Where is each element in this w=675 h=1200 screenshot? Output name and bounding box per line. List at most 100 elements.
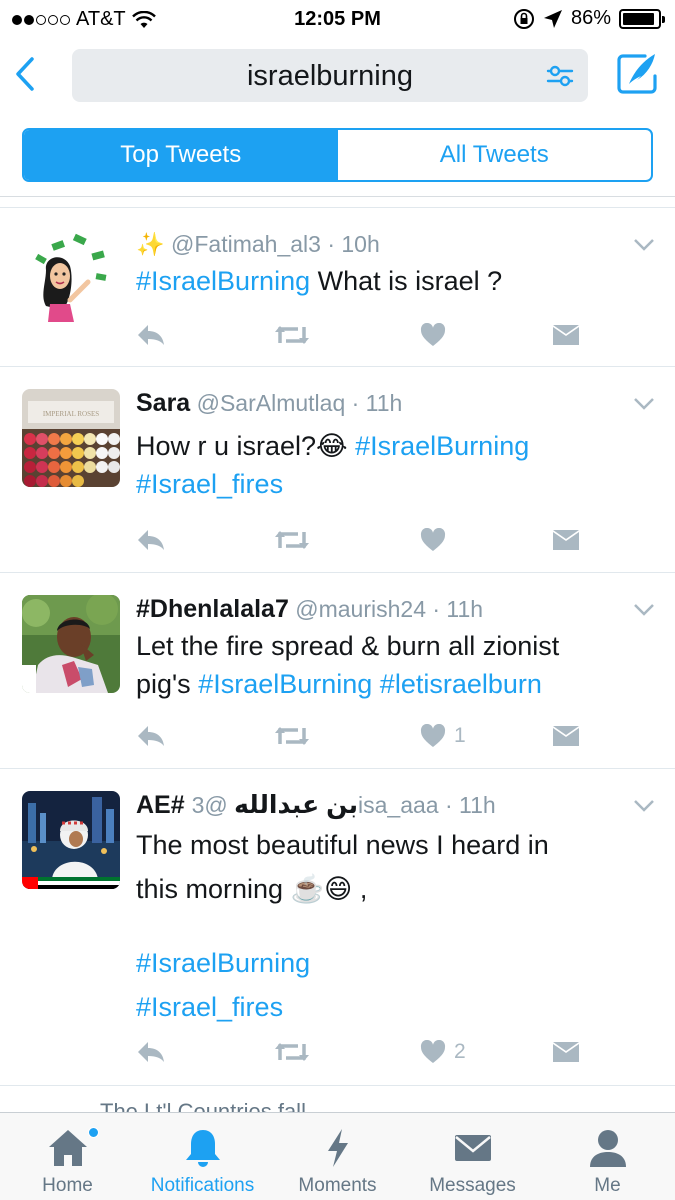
retweet-icon xyxy=(275,1043,309,1061)
status-bar: AT&T 12:05 PM 86% xyxy=(0,0,675,40)
like-button[interactable] xyxy=(420,525,454,555)
envelope-icon xyxy=(553,1042,579,1062)
home-icon xyxy=(48,1130,87,1166)
direct-message-button[interactable] xyxy=(552,721,580,751)
envelope-icon xyxy=(553,726,579,746)
tweet-text: How r u israel?😂 #IsraelBurning #Israel_… xyxy=(136,431,530,499)
avatar[interactable]: IMPERIAL ROSES xyxy=(22,389,120,487)
tab-notifications[interactable]: Notifications xyxy=(135,1113,270,1200)
chevron-down-icon[interactable] xyxy=(633,799,655,813)
reply-icon xyxy=(138,1042,164,1062)
lightning-icon xyxy=(327,1129,348,1167)
heart-icon xyxy=(420,1040,446,1063)
reply-icon xyxy=(138,530,164,550)
tweet-actions: 1 xyxy=(136,721,586,751)
direct-message-button[interactable] xyxy=(552,525,580,555)
tweet[interactable]: #Dhenlalala7 @maurish24 · 11h Let the fi… xyxy=(0,573,675,769)
like-button[interactable] xyxy=(420,320,454,350)
tab-label: Notifications xyxy=(150,1175,255,1196)
avatar[interactable] xyxy=(22,791,120,889)
tweet-time: · 11h xyxy=(445,792,496,818)
next-tweet-preview: The Lt'l Countries fall xyxy=(100,1099,306,1112)
tweet-text: Let the fire spread & burn all zionist p… xyxy=(136,631,560,699)
tab-label: Me xyxy=(594,1175,621,1196)
reply-button[interactable] xyxy=(136,525,166,555)
envelope-icon xyxy=(553,325,579,345)
reply-button[interactable] xyxy=(136,721,166,751)
hashtag-link[interactable]: #IsraelBurning xyxy=(198,669,372,699)
hashtag-link[interactable]: #IsraelBurning xyxy=(136,948,310,978)
location-arrow-icon xyxy=(543,9,562,28)
tweet-handle[interactable]: @SarAlmutlaq xyxy=(197,390,346,416)
bell-icon xyxy=(185,1130,220,1167)
tweet[interactable]: ✨ @Fatimah_al3 · 10h #IsraelBurning What… xyxy=(0,208,675,367)
direct-message-button[interactable] xyxy=(552,1037,580,1067)
back-button[interactable] xyxy=(10,54,40,94)
tweet-author-name[interactable]: AE# بن عبدالله xyxy=(136,791,358,819)
tweet-actions xyxy=(136,320,586,350)
tab-moments[interactable]: Moments xyxy=(270,1113,405,1200)
retweet-button[interactable] xyxy=(274,1037,310,1067)
avatar[interactable] xyxy=(22,226,120,324)
hashtag-link[interactable]: #IsraelBurning xyxy=(136,266,310,296)
tab-me[interactable]: Me xyxy=(540,1113,675,1200)
chevron-down-icon[interactable] xyxy=(633,397,655,411)
compose-tweet-icon[interactable] xyxy=(615,52,659,96)
hashtag-link[interactable]: #IsraelBurning xyxy=(355,431,529,461)
tab-all-tweets[interactable]: All Tweets xyxy=(338,130,652,180)
tweet-header: ✨ @Fatimah_al3 · 10h xyxy=(136,228,655,260)
person-icon xyxy=(589,1130,626,1167)
envelope-icon xyxy=(454,1135,491,1161)
battery-icon xyxy=(619,8,665,29)
search-query: israelburning xyxy=(246,60,414,92)
tweet-time: · 11h xyxy=(432,596,484,622)
chevron-down-icon[interactable] xyxy=(633,238,655,252)
tweet-handle[interactable]: @Fatimah_al3 xyxy=(171,231,321,257)
like-count: 1 xyxy=(454,724,466,747)
tab-top-tweets[interactable]: Top Tweets xyxy=(24,130,338,180)
hashtag-link[interactable]: #Israel_fires xyxy=(136,992,283,1022)
reply-button[interactable] xyxy=(136,1037,166,1067)
chevron-down-icon[interactable] xyxy=(633,603,655,617)
tweet-header: #Dhenlalala7 @maurish24 · 11h xyxy=(136,593,655,625)
heart-icon xyxy=(420,528,446,551)
search-input[interactable]: israelburning xyxy=(72,49,588,102)
search-filter-icon[interactable] xyxy=(546,63,574,89)
tweet-author-name[interactable]: Sara xyxy=(136,389,190,417)
rotation-lock-icon xyxy=(513,8,534,29)
direct-message-button[interactable] xyxy=(552,320,580,350)
hashtag-link[interactable]: #Israel_fires xyxy=(136,469,283,499)
notification-dot xyxy=(88,1127,99,1138)
search-nav-bar: israelburning xyxy=(0,40,675,112)
tweet-header: Sara @SarAlmutlaq · 11h xyxy=(136,387,655,419)
sparkles-emoji: ✨ xyxy=(136,231,165,257)
status-right: 86% xyxy=(513,7,665,30)
tab-label: Moments xyxy=(298,1175,377,1196)
svg-text:IMPERIAL ROSES: IMPERIAL ROSES xyxy=(43,410,99,418)
tweet-time: · 10h xyxy=(327,231,380,257)
heart-icon xyxy=(420,323,446,346)
like-button[interactable]: 2 xyxy=(420,1037,466,1067)
tweet-actions: 2 xyxy=(136,1037,586,1067)
retweet-button[interactable] xyxy=(274,525,310,555)
tweet-author-name[interactable]: #Dhenlalala7 xyxy=(136,595,289,623)
heart-icon xyxy=(420,724,446,747)
divider xyxy=(0,196,675,197)
chevron-left-icon xyxy=(16,57,34,91)
tweet-handle[interactable]: @maurish24 xyxy=(295,596,426,622)
reply-icon xyxy=(138,325,164,345)
reply-button[interactable] xyxy=(136,320,166,350)
retweet-button[interactable] xyxy=(274,721,310,751)
tab-home[interactable]: Home xyxy=(0,1113,135,1200)
tweet[interactable]: IMPERIAL ROSES Sara @SarAlmutlaq · 11h H… xyxy=(0,367,675,573)
avatar[interactable] xyxy=(22,595,120,693)
like-button[interactable]: 1 xyxy=(420,721,466,751)
hashtag-link[interactable]: #letisraelburn xyxy=(372,669,542,699)
tab-messages[interactable]: Messages xyxy=(405,1113,540,1200)
tweet-text: The most beautiful news I heard in this … xyxy=(136,830,549,1022)
reply-icon xyxy=(138,726,164,746)
retweet-icon xyxy=(275,727,309,745)
retweet-button[interactable] xyxy=(274,320,310,350)
like-count: 2 xyxy=(454,1040,466,1063)
tweet[interactable]: AE# بن عبدالله @3isa_aaa · 11h The most … xyxy=(0,769,675,1086)
